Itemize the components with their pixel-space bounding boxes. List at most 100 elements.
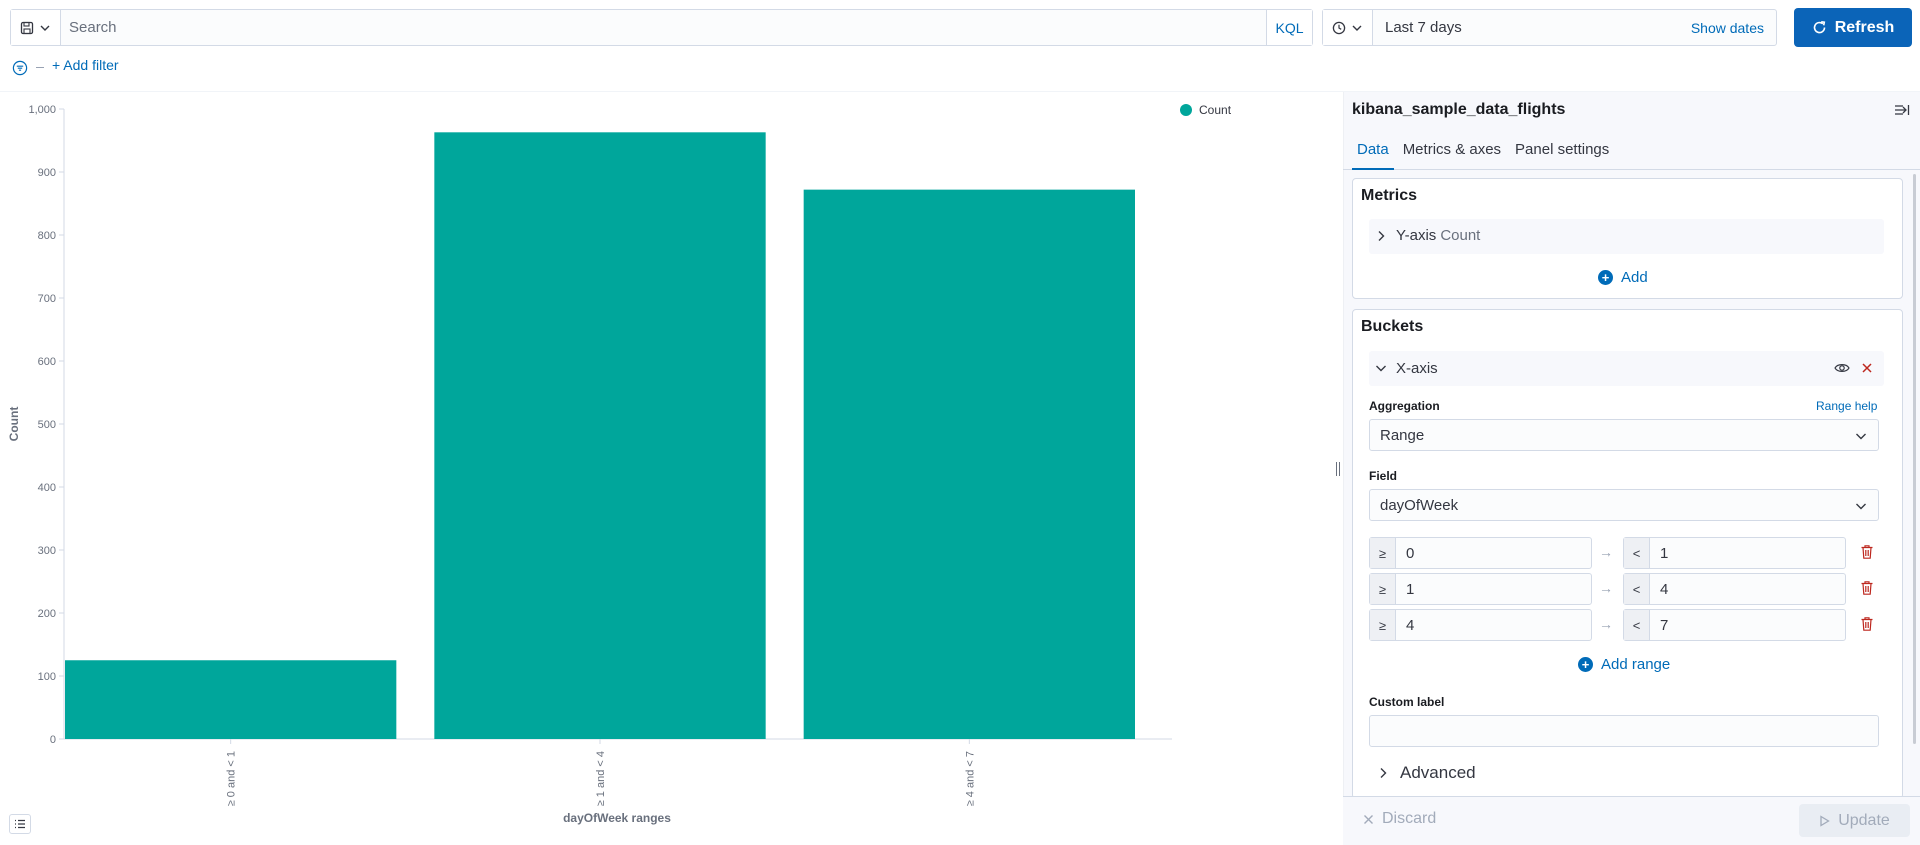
arrow-right-icon: → xyxy=(1599,544,1613,560)
legend-color-dot xyxy=(1180,104,1192,116)
trash-icon[interactable] xyxy=(1860,616,1874,632)
custom-label-input[interactable] xyxy=(1369,715,1879,747)
plus-circle-icon: + xyxy=(1598,270,1613,285)
range-row: ≥ 4 → < 7 xyxy=(1369,609,1879,641)
y-tick-label: 200 xyxy=(38,608,56,620)
add-filter-button[interactable]: + Add filter xyxy=(52,57,119,73)
range-to-input[interactable]: < 1 xyxy=(1623,537,1846,569)
range-to-input[interactable]: < 7 xyxy=(1623,609,1846,641)
add-metric-button[interactable]: + Add xyxy=(1598,269,1648,286)
discard-label: Discard xyxy=(1382,810,1437,827)
range-row: ≥ 1 → < 4 xyxy=(1369,573,1879,605)
y-tick-label: 500 xyxy=(38,419,56,431)
filter-menu-icon[interactable] xyxy=(12,60,28,76)
y-tick-label: 700 xyxy=(38,293,56,305)
panel-resize-handle[interactable] xyxy=(1336,462,1340,476)
aggregation-select[interactable]: Range xyxy=(1369,419,1879,451)
discard-button[interactable]: Discard xyxy=(1363,810,1436,828)
tab-metrics-axes[interactable]: Metrics & axes xyxy=(1398,136,1506,170)
legend-item-count: Count xyxy=(1199,103,1232,117)
range-row: ≥ 0 → < 1 xyxy=(1369,537,1879,569)
x-tick-label: ≥ 0 and < 1 xyxy=(226,751,238,806)
gte-prefix: ≥ xyxy=(1370,610,1396,640)
field-select[interactable]: dayOfWeek xyxy=(1369,489,1879,521)
y-axis-aggregation: Count xyxy=(1440,227,1481,244)
query-language-button[interactable]: KQL xyxy=(1266,10,1312,45)
bar xyxy=(434,132,766,739)
x-axis-row[interactable] xyxy=(1369,351,1884,386)
y-tick-label: 0 xyxy=(50,734,56,746)
collapse-sidebar-icon[interactable] xyxy=(1894,103,1910,117)
chart-legend[interactable]: Count xyxy=(1180,103,1231,117)
tab-data[interactable]: Data xyxy=(1352,136,1394,170)
chevron-down-icon[interactable] xyxy=(1374,361,1388,375)
tab-panel-settings[interactable]: Panel settings xyxy=(1510,136,1614,170)
range-to-value: 4 xyxy=(1660,580,1669,598)
range-from-value: 0 xyxy=(1406,544,1415,562)
bar xyxy=(65,660,397,739)
filter-divider xyxy=(36,67,44,68)
range-to-input[interactable]: < 4 xyxy=(1623,573,1846,605)
x-axis-title: dayOfWeek ranges xyxy=(563,811,671,825)
aggregation-label: Aggregation xyxy=(1369,399,1440,413)
advanced-label: Advanced xyxy=(1400,763,1476,782)
refresh-button[interactable]: Refresh xyxy=(1794,8,1912,47)
range-to-value: 1 xyxy=(1660,544,1669,562)
close-icon xyxy=(1363,814,1374,825)
range-from-value: 1 xyxy=(1406,580,1415,598)
chevron-down-icon xyxy=(1854,499,1868,513)
custom-label-label: Custom label xyxy=(1369,695,1445,709)
range-from-input[interactable]: ≥ 1 xyxy=(1369,573,1592,605)
lt-prefix: < xyxy=(1624,610,1650,640)
trash-icon[interactable] xyxy=(1860,580,1874,596)
add-range-button[interactable]: + Add range xyxy=(1578,656,1670,673)
arrow-right-icon: → xyxy=(1599,616,1613,632)
y-tick-label: 300 xyxy=(38,545,56,557)
chevron-right-icon xyxy=(1376,766,1390,780)
lt-prefix: < xyxy=(1624,574,1650,604)
field-value: dayOfWeek xyxy=(1380,496,1459,514)
date-range-text[interactable]: Last 7 days xyxy=(1373,19,1691,36)
saved-query-button[interactable] xyxy=(11,10,61,45)
show-dates-link[interactable]: Show dates xyxy=(1691,20,1776,36)
range-from-value: 4 xyxy=(1406,616,1415,634)
chevron-down-icon xyxy=(39,22,51,34)
aggregation-value: Range xyxy=(1380,426,1425,444)
clock-icon xyxy=(1332,21,1346,35)
y-axis-label: Y-axis xyxy=(1396,227,1437,244)
trash-icon[interactable] xyxy=(1860,544,1874,560)
chevron-right-icon[interactable] xyxy=(1374,229,1388,243)
update-button[interactable]: Update xyxy=(1799,804,1910,837)
quick-select-button[interactable] xyxy=(1323,10,1373,45)
refresh-label: Refresh xyxy=(1834,18,1895,36)
save-icon xyxy=(20,21,34,35)
close-icon[interactable] xyxy=(1861,362,1873,374)
play-icon xyxy=(1819,814,1830,827)
y-tick-label: 1,000 xyxy=(28,104,56,116)
index-pattern-title: kibana_sample_data_flights xyxy=(1352,101,1566,118)
y-axis-title: Count xyxy=(7,407,21,442)
y-tick-label: 400 xyxy=(38,482,56,494)
search-input[interactable] xyxy=(61,10,1266,45)
chart-panel: 0 100 200 300 400 500 600 700 800 900 1,000 ≥ 0 and… xyxy=(0,92,1333,845)
advanced-toggle[interactable]: Advanced xyxy=(1376,763,1476,783)
range-help-link[interactable]: Range help xyxy=(1816,399,1877,413)
x-axis-label: X-axis xyxy=(1396,360,1438,377)
eye-icon[interactable] xyxy=(1834,361,1850,375)
y-tick-label: 600 xyxy=(38,356,56,368)
toggle-legend-button[interactable] xyxy=(9,814,31,834)
buckets-title: Buckets xyxy=(1361,318,1424,335)
chevron-down-icon xyxy=(1854,429,1868,443)
range-from-input[interactable]: ≥ 4 xyxy=(1369,609,1592,641)
metrics-title: Metrics xyxy=(1361,187,1418,204)
bar xyxy=(803,189,1135,739)
chevron-down-icon xyxy=(1351,22,1363,34)
query-bar: KQL Last 7 days Show dates Refresh xyxy=(0,0,1920,55)
sidebar-scrollbar[interactable] xyxy=(1913,174,1916,744)
bar-chart: 0 100 200 300 400 500 600 700 800 900 1,000 ≥ 0 and… xyxy=(7,104,1172,825)
range-from-input[interactable]: ≥ 0 xyxy=(1369,537,1592,569)
arrow-right-icon: → xyxy=(1599,580,1613,596)
y-tick-label: 800 xyxy=(38,230,56,242)
gte-prefix: ≥ xyxy=(1370,538,1396,568)
range-to-value: 7 xyxy=(1660,616,1669,634)
